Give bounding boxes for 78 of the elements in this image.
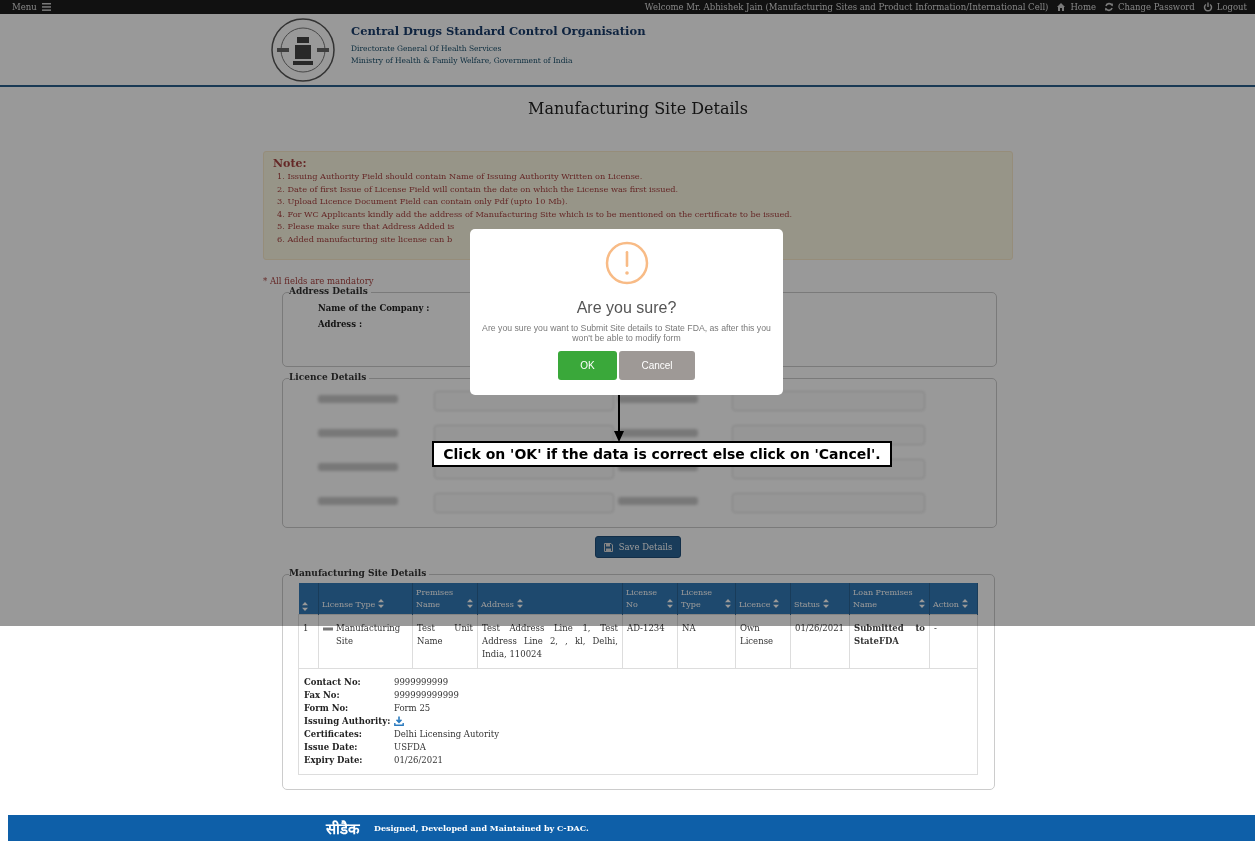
note-text: 2. Date of first Issue of License Field will contain the date on which the License was first issued.	[276, 182, 680, 196]
top-nav-link[interactable]: Change Password	[1104, 2, 1195, 12]
page-title: Manufacturing Site Details	[527, 99, 749, 120]
table-cell: 01/26/2021	[790, 614, 850, 669]
note-text: 4. For WC Applicants kindly add the address of Manufacturing Site which is to be mentioned on the certificate to be issued.	[276, 207, 794, 221]
detail-label: Certificates:	[304, 728, 363, 740]
detail-label: Expiry Date:	[304, 754, 364, 766]
organisation-name: Central Drugs Standard Control Organisation	[351, 24, 646, 38]
download-icon[interactable]	[394, 716, 404, 726]
sort-icon	[378, 599, 385, 608]
table-cell: AD-1234	[622, 614, 678, 669]
power-icon	[1202, 2, 1213, 12]
detail-value: 9999999999	[394, 676, 450, 688]
column-header[interactable]: License No	[626, 587, 664, 611]
sort-icon	[467, 599, 473, 608]
menu-icon	[41, 3, 51, 11]
cancel-button[interactable]: Cancel	[619, 351, 695, 380]
column-header[interactable]: Licence	[739, 599, 771, 611]
menu-button[interactable]: Menu	[12, 2, 51, 12]
sort-icon	[725, 599, 731, 608]
detail-label: Form No:	[304, 702, 350, 714]
section-legend: Address Details	[289, 286, 371, 296]
note-text: 5. Please make sure that Address Added is	[276, 220, 456, 233]
sort-icon	[962, 599, 968, 608]
table-cell: NA	[677, 614, 736, 669]
table-cell-text: Manufacturing Site	[336, 622, 402, 648]
column-header[interactable]: Loan Premises Name	[853, 587, 916, 611]
detail-label: Issuing Authority:	[304, 715, 392, 727]
sort-icon	[919, 599, 925, 608]
detail-label: Contact No:	[304, 676, 362, 688]
ok-button[interactable]: OK	[558, 351, 617, 380]
detail-value: Form 25	[394, 702, 432, 714]
field-label: Address :	[318, 319, 363, 329]
note-text: 6. Added manufacturing site license can b	[276, 232, 454, 246]
column-header[interactable]: Premises Name	[416, 587, 464, 611]
table-cell: Own License	[735, 614, 791, 669]
column-header[interactable]: License Type	[322, 599, 376, 611]
sort-icon	[773, 599, 780, 608]
table-cell: Test Address Line 1, Test Address Line 2, , kl, Delhi, India, 110024	[477, 614, 623, 669]
home-icon	[1056, 2, 1067, 12]
detail-label: Fax No:	[304, 689, 341, 701]
detail-value: USFDA	[394, 741, 427, 753]
section-legend: Manufacturing Site Details	[289, 568, 430, 578]
refresh-icon	[1104, 2, 1115, 12]
column-header[interactable]: License Type	[681, 587, 722, 611]
sort-icon	[822, 599, 829, 608]
footer-logo: सीडैक	[326, 819, 360, 838]
save-icon	[603, 542, 613, 552]
note-heading: Note:	[273, 157, 308, 170]
table-cell: 1	[298, 614, 319, 669]
field-label: Name of the Company :	[318, 303, 430, 313]
sort-icon	[301, 602, 308, 611]
footer-text: Designed, Developed and Maintained by C-DAC.	[374, 823, 589, 833]
sort-icon	[667, 599, 673, 608]
detail-value: Delhi Licensing Autority	[394, 728, 499, 740]
warning-icon	[604, 241, 649, 285]
column-header[interactable]: Action	[933, 599, 959, 611]
detail-label: Issue Date:	[304, 741, 359, 753]
table-cell: Submitted to StateFDA	[849, 614, 930, 669]
save-button[interactable]: Save Details	[594, 536, 682, 558]
sort-icon	[516, 599, 523, 608]
column-header[interactable]: Status	[794, 599, 820, 611]
note-text: 1. Issuing Authority Field should contain Name of Issuing Authority Written on License.	[276, 170, 644, 183]
instruction-callout: Click on 'OK' if the data is correct else click on 'Cancel'.	[432, 441, 892, 467]
table-cell: Test Unit Name	[412, 614, 478, 669]
detail-value: 999999999999	[394, 689, 460, 701]
dialog-title: Are you sure?	[576, 299, 677, 317]
note-text: 3. Upload Licence Document Field can contain only Pdf (upto 10 Mb).	[276, 195, 569, 208]
column-header[interactable]: Address	[481, 599, 514, 611]
table-cell: -	[929, 614, 978, 669]
section-legend: Licence Details	[289, 372, 370, 382]
annotation-arrow	[613, 395, 625, 443]
top-nav-link[interactable]: Home	[1056, 2, 1097, 12]
top-nav-link[interactable]: Logout	[1202, 2, 1247, 12]
dialog-message: Are you sure you want to Submit Site details to State FDA, as after this you won't be able to modify form	[481, 323, 772, 343]
mandatory-notice: * All fields are mandatory	[263, 276, 375, 286]
detail-value: 01/26/2021	[394, 754, 444, 766]
welcome-text: Welcome Mr. Abhishek Jain (Manufacturing Sites and Product Information/International Cell)	[644, 2, 1049, 12]
